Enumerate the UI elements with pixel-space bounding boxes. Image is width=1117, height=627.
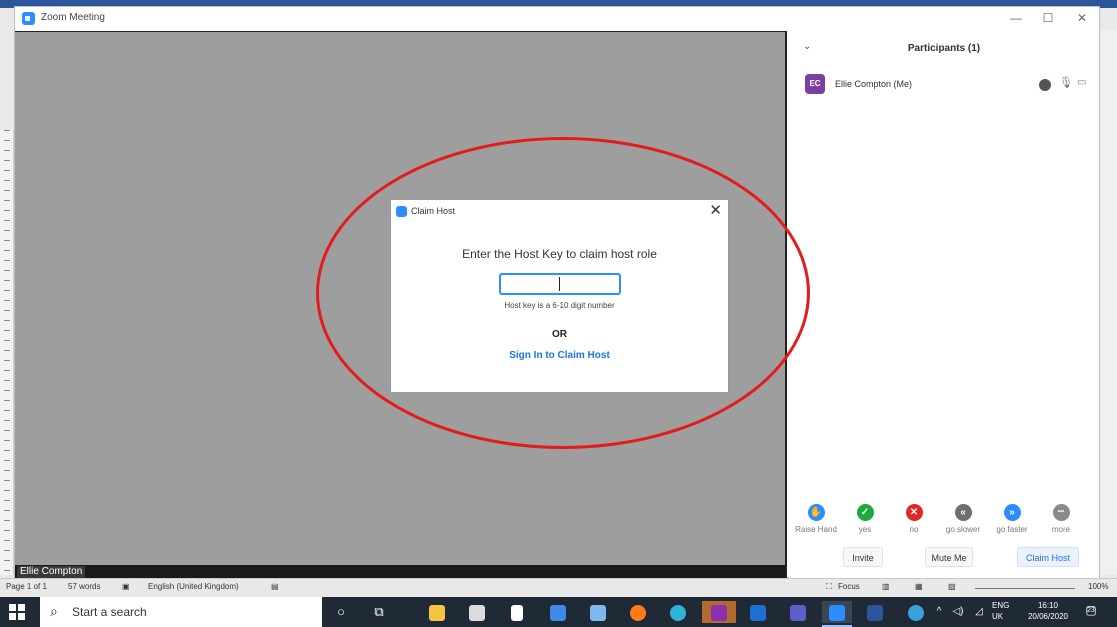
reaction-raise-hand[interactable]: ✋ Raise Hand [791,504,841,534]
proofing-icon[interactable]: ▣ [122,582,130,591]
language-code: ENG [992,601,1010,610]
taskbar-search-box[interactable]: ⌕ Start a search [40,597,322,627]
web-layout-icon[interactable]: ▧ [948,582,956,591]
sign-in-to-claim-host-link[interactable]: Sign In to Claim Host [391,350,728,361]
print-layout-icon[interactable]: ▦ [915,582,923,591]
page-count[interactable]: Page 1 of 1 [6,582,47,591]
word-vertical-ruler [0,130,14,575]
file-explorer-icon[interactable] [424,601,450,623]
remote-desktop-icon[interactable] [585,601,611,623]
onenote-icon[interactable] [702,601,736,623]
avatar: EC [805,74,825,94]
participants-title: Participants (1) [907,43,981,54]
mail-icon[interactable] [545,601,571,623]
maximize-icon[interactable]: ☐ [1033,9,1063,27]
dialog-prompt: Enter the Host Key to claim host role [462,247,657,261]
focus-mode[interactable]: Focus [838,582,860,591]
reaction-label: more [1051,525,1071,534]
name-strip: Ellie Compton [15,565,785,579]
or-separator: OR [552,329,567,340]
reaction-no[interactable]: ✕ no [889,504,939,534]
zoom-logo-icon [396,206,407,217]
reaction-go-slower[interactable]: « go slower [938,504,988,534]
check-icon: ✓ [856,504,874,521]
region-code: UK [992,612,1004,621]
word-count[interactable]: 57 words [68,582,100,591]
reaction-yes[interactable]: ✓ yes [840,504,890,534]
search-placeholder: Start a search [72,605,147,619]
reaction-go-faster[interactable]: » go faster [987,504,1037,534]
clock-time: 16:10 [1037,601,1059,610]
cortana-icon[interactable]: ○ [328,601,354,623]
rewind-icon: « [954,504,972,521]
read-mode-icon[interactable]: ▥ [882,582,890,591]
reaction-label: no [909,525,919,534]
claim-host-button[interactable]: Claim Host [1017,547,1079,567]
participant-name: Ellie Compton (Me) [835,79,913,89]
zoom-slider[interactable] [975,588,1075,589]
windows-taskbar: ⌕ Start a search ○ ⧉ ^ ◁) ◿ ENG UK 16:10… [0,597,1117,627]
host-key-hint: Host key is a 6-10 digit number [504,301,615,310]
firefox-icon[interactable] [625,601,651,623]
reaction-label: yes [858,525,872,534]
input-language[interactable]: ENG UK [992,600,1009,622]
reaction-label: go faster [996,525,1028,534]
document-icon[interactable] [504,601,530,623]
host-badge-icon [1039,79,1051,91]
hand-icon: ✋ [807,504,825,521]
clock-date: 20/06/2020 [1027,612,1069,621]
more-icon: ••• [1052,504,1070,521]
x-icon: ✕ [905,504,923,521]
word-icon[interactable] [862,601,888,623]
zoom-taskbar-icon[interactable] [822,601,852,623]
word-status-bar: Page 1 of 1 57 words ▣ English (United K… [0,578,1117,597]
zoom-title-bar: Zoom Meeting — ☐ ✕ [15,7,1099,31]
focus-icon[interactable]: ⛶ [826,582,832,592]
dialog-close-icon[interactable]: ✕ [709,202,722,220]
notification-icon[interactable]: ▢ 23 [1082,603,1100,621]
self-name-tag: Ellie Compton [17,566,86,578]
zoom-meeting-window: Zoom Meeting — ☐ ✕ Ellie Compton Claim H… [14,6,1100,579]
reaction-more[interactable]: ••• more [1036,504,1086,534]
reaction-label: Raise Hand [795,525,837,534]
outlook-icon[interactable] [745,601,771,623]
store-icon[interactable] [464,601,490,623]
teams-icon[interactable] [785,601,811,623]
claim-host-dialog: Claim Host ✕ Enter the Host Key to claim… [390,199,729,393]
close-icon[interactable]: ✕ [1067,9,1097,27]
notification-count: 23 [1087,607,1095,614]
zoom-window-title: Zoom Meeting [41,12,105,23]
windows-start-icon[interactable] [9,604,25,620]
language-status[interactable]: English (United Kingdom) [148,582,239,591]
minimize-icon[interactable]: — [1001,9,1031,27]
participants-panel: ⌄ Participants (1) EC Ellie Compton (Me)… [789,31,1099,579]
host-key-input[interactable] [499,273,621,295]
zoom-level[interactable]: 100% [1088,582,1108,591]
fast-forward-icon: » [1003,504,1021,521]
text-caret [559,277,560,291]
accessibility-icon[interactable]: ▤ [271,582,279,591]
zoom-logo-icon [22,12,35,25]
invite-button[interactable]: Invite [843,547,883,567]
mute-me-button[interactable]: Mute Me [925,547,973,567]
word-right-edge [1100,30,1117,575]
camera-icon[interactable]: ▭ [1077,77,1086,88]
search-icon: ⌕ [50,603,58,619]
edge-icon[interactable] [665,601,691,623]
network-icon[interactable]: ◿ [966,601,992,623]
task-view-icon[interactable]: ⧉ [366,601,392,623]
microphone-icon[interactable]: 🎙 [1059,76,1073,89]
clock[interactable]: 16:10 20/06/2020 [1020,600,1076,622]
dialog-title: Claim Host [411,206,456,216]
reaction-label: go slower [945,525,981,534]
